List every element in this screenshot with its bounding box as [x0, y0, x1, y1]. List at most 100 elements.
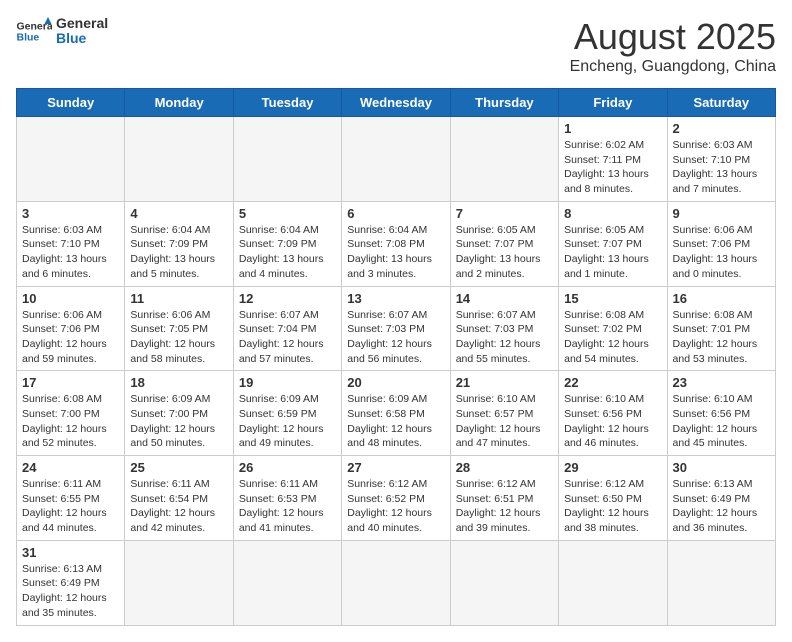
empty-cell: [667, 540, 775, 625]
day-number: 12: [239, 291, 336, 306]
empty-cell: [17, 117, 125, 202]
day-number: 19: [239, 375, 336, 390]
day-number: 5: [239, 206, 336, 221]
day-info: Sunrise: 6:12 AM Sunset: 6:52 PM Dayligh…: [347, 477, 444, 536]
week-row-5: 24Sunrise: 6:11 AM Sunset: 6:55 PM Dayli…: [17, 456, 776, 541]
day-info: Sunrise: 6:07 AM Sunset: 7:03 PM Dayligh…: [456, 308, 553, 367]
day-cell-21: 21 Sunrise: 6:10 AM Sunset: 6:57 PM Dayli…: [450, 371, 558, 456]
day-info: Sunrise: 6:07 AM Sunset: 7:04 PM Dayligh…: [239, 308, 336, 367]
day-info: Sunrise: 6:08 AM Sunset: 7:01 PM Dayligh…: [673, 308, 770, 367]
day-cell-22: 22 Sunrise: 6:10 AM Sunset: 6:56 PM Dayli…: [559, 371, 667, 456]
day-info: Sunrise: 6:12 AM Sunset: 6:51 PM Dayligh…: [456, 477, 553, 536]
logo: General Blue General Blue: [16, 16, 108, 47]
day-info: Sunrise: 6:07 AM Sunset: 7:03 PM Dayligh…: [347, 308, 444, 367]
day-info: Sunrise: 6:06 AM Sunset: 7:06 PM Dayligh…: [673, 223, 770, 282]
month-title: August 2025: [570, 16, 776, 58]
week-row-4: 17Sunrise: 6:08 AM Sunset: 7:00 PM Dayli…: [17, 371, 776, 456]
day-info: Sunrise: 6:08 AM Sunset: 7:00 PM Dayligh…: [22, 392, 119, 451]
title-area: August 2025 Encheng, Guangdong, China: [570, 16, 776, 76]
week-row-1: 1 Sunrise: 6:02 AM Sunset: 7:11 PM Daylig…: [17, 117, 776, 202]
location-title: Encheng, Guangdong, China: [570, 58, 776, 76]
day-cell-6: 6 Sunrise: 6:04 AM Sunset: 7:08 PM Daylig…: [342, 201, 450, 286]
day-cell-20: 20 Sunrise: 6:09 AM Sunset: 6:58 PM Dayli…: [342, 371, 450, 456]
svg-text:Blue: Blue: [17, 32, 40, 44]
day-cell-1: 1 Sunrise: 6:02 AM Sunset: 7:11 PM Daylig…: [559, 117, 667, 202]
day-info: Sunrise: 6:11 AM Sunset: 6:53 PM Dayligh…: [239, 477, 336, 536]
day-number: 11: [130, 291, 227, 306]
day-cell-12: 12 Sunrise: 6:07 AM Sunset: 7:04 PM Dayli…: [233, 286, 341, 371]
weekday-header-sunday: Sunday: [17, 89, 125, 117]
empty-cell: [125, 540, 233, 625]
day-number: 23: [673, 375, 770, 390]
day-number: 30: [673, 460, 770, 475]
day-number: 20: [347, 375, 444, 390]
day-info: Sunrise: 6:04 AM Sunset: 7:09 PM Dayligh…: [239, 223, 336, 282]
page-header: General Blue General Blue August 2025 En…: [16, 16, 776, 76]
day-number: 1: [564, 121, 661, 136]
day-cell-3: 3Sunrise: 6:03 AM Sunset: 7:10 PM Daylig…: [17, 201, 125, 286]
day-info: Sunrise: 6:04 AM Sunset: 7:08 PM Dayligh…: [347, 223, 444, 282]
day-cell-14: 14 Sunrise: 6:07 AM Sunset: 7:03 PM Dayli…: [450, 286, 558, 371]
weekday-header-row: SundayMondayTuesdayWednesdayThursdayFrid…: [17, 89, 776, 117]
day-cell-17: 17Sunrise: 6:08 AM Sunset: 7:00 PM Dayli…: [17, 371, 125, 456]
day-info: Sunrise: 6:05 AM Sunset: 7:07 PM Dayligh…: [456, 223, 553, 282]
week-row-2: 3Sunrise: 6:03 AM Sunset: 7:10 PM Daylig…: [17, 201, 776, 286]
day-number: 22: [564, 375, 661, 390]
logo-icon: General Blue: [16, 17, 52, 45]
week-row-3: 10 Sunrise: 6:06 AM Sunset: 7:06 PM Dayli…: [17, 286, 776, 371]
empty-cell: [125, 117, 233, 202]
day-number: 26: [239, 460, 336, 475]
day-cell-23: 23Sunrise: 6:10 AM Sunset: 6:56 PM Dayli…: [667, 371, 775, 456]
day-cell-18: 18 Sunrise: 6:09 AM Sunset: 7:00 PM Dayli…: [125, 371, 233, 456]
day-number: 29: [564, 460, 661, 475]
day-number: 28: [456, 460, 553, 475]
logo-general: General: [56, 15, 108, 31]
day-info: Sunrise: 6:04 AM Sunset: 7:09 PM Dayligh…: [130, 223, 227, 282]
day-cell-10: 10 Sunrise: 6:06 AM Sunset: 7:06 PM Dayli…: [17, 286, 125, 371]
day-number: 18: [130, 375, 227, 390]
day-cell-24: 24Sunrise: 6:11 AM Sunset: 6:55 PM Dayli…: [17, 456, 125, 541]
empty-cell: [450, 540, 558, 625]
day-info: Sunrise: 6:02 AM Sunset: 7:11 PM Dayligh…: [564, 138, 661, 197]
day-cell-25: 25Sunrise: 6:11 AM Sunset: 6:54 PM Dayli…: [125, 456, 233, 541]
day-cell-15: 15Sunrise: 6:08 AM Sunset: 7:02 PM Dayli…: [559, 286, 667, 371]
day-info: Sunrise: 6:12 AM Sunset: 6:50 PM Dayligh…: [564, 477, 661, 536]
day-cell-27: 27 Sunrise: 6:12 AM Sunset: 6:52 PM Dayli…: [342, 456, 450, 541]
day-number: 10: [22, 291, 119, 306]
day-info: Sunrise: 6:13 AM Sunset: 6:49 PM Dayligh…: [673, 477, 770, 536]
weekday-header-saturday: Saturday: [667, 89, 775, 117]
day-info: Sunrise: 6:10 AM Sunset: 6:57 PM Dayligh…: [456, 392, 553, 451]
day-info: Sunrise: 6:09 AM Sunset: 6:58 PM Dayligh…: [347, 392, 444, 451]
day-info: Sunrise: 6:11 AM Sunset: 6:55 PM Dayligh…: [22, 477, 119, 536]
weekday-header-tuesday: Tuesday: [233, 89, 341, 117]
empty-cell: [342, 117, 450, 202]
calendar-table: SundayMondayTuesdayWednesdayThursdayFrid…: [16, 88, 776, 626]
day-cell-5: 5 Sunrise: 6:04 AM Sunset: 7:09 PM Daylig…: [233, 201, 341, 286]
day-number: 27: [347, 460, 444, 475]
day-cell-11: 11 Sunrise: 6:06 AM Sunset: 7:05 PM Dayli…: [125, 286, 233, 371]
day-info: Sunrise: 6:11 AM Sunset: 6:54 PM Dayligh…: [130, 477, 227, 536]
weekday-header-friday: Friday: [559, 89, 667, 117]
day-number: 14: [456, 291, 553, 306]
day-info: Sunrise: 6:06 AM Sunset: 7:05 PM Dayligh…: [130, 308, 227, 367]
day-cell-7: 7 Sunrise: 6:05 AM Sunset: 7:07 PM Daylig…: [450, 201, 558, 286]
day-info: Sunrise: 6:09 AM Sunset: 7:00 PM Dayligh…: [130, 392, 227, 451]
empty-cell: [342, 540, 450, 625]
day-info: Sunrise: 6:06 AM Sunset: 7:06 PM Dayligh…: [22, 308, 119, 367]
day-number: 2: [673, 121, 770, 136]
day-number: 7: [456, 206, 553, 221]
day-cell-26: 26 Sunrise: 6:11 AM Sunset: 6:53 PM Dayli…: [233, 456, 341, 541]
week-row-6: 31Sunrise: 6:13 AM Sunset: 6:49 PM Dayli…: [17, 540, 776, 625]
empty-cell: [450, 117, 558, 202]
day-cell-28: 28 Sunrise: 6:12 AM Sunset: 6:51 PM Dayli…: [450, 456, 558, 541]
day-number: 4: [130, 206, 227, 221]
day-number: 31: [22, 545, 119, 560]
day-info: Sunrise: 6:10 AM Sunset: 6:56 PM Dayligh…: [564, 392, 661, 451]
day-number: 15: [564, 291, 661, 306]
day-number: 16: [673, 291, 770, 306]
day-number: 21: [456, 375, 553, 390]
day-number: 6: [347, 206, 444, 221]
day-cell-2: 2Sunrise: 6:03 AM Sunset: 7:10 PM Daylig…: [667, 117, 775, 202]
day-cell-30: 30 Sunrise: 6:13 AM Sunset: 6:49 PM Dayli…: [667, 456, 775, 541]
day-info: Sunrise: 6:09 AM Sunset: 6:59 PM Dayligh…: [239, 392, 336, 451]
